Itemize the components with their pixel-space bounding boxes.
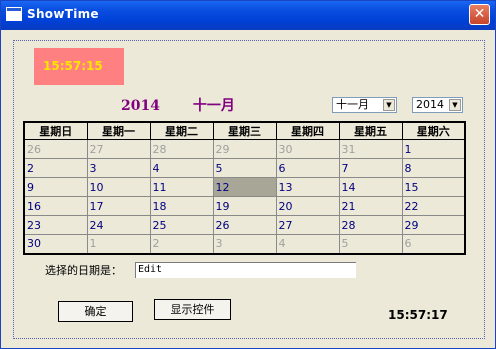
calendar-day[interactable]: 2 bbox=[23, 158, 88, 178]
calendar-day[interactable]: 19 bbox=[212, 196, 277, 216]
weekday-header: 星期三 bbox=[212, 121, 277, 140]
calendar-day[interactable]: 2 bbox=[149, 234, 214, 254]
calendar-day[interactable]: 6 bbox=[275, 158, 340, 178]
calendar-day[interactable]: 28 bbox=[149, 139, 214, 159]
selected-date-label: 选择的日期是： bbox=[45, 264, 122, 277]
weekday-header: 星期二 bbox=[149, 121, 214, 140]
calendar-day[interactable]: 8 bbox=[401, 158, 466, 178]
calendar-day[interactable]: 26 bbox=[212, 215, 277, 235]
calendar-day[interactable]: 24 bbox=[86, 215, 151, 235]
calendar-week-row: 30 1 2 3 4 5 6 bbox=[23, 234, 466, 254]
clock-display-bottom: 15:57:17 bbox=[388, 308, 448, 322]
calendar-day[interactable]: 6 bbox=[401, 234, 466, 254]
title-bar[interactable]: ShowTime ✕ bbox=[1, 1, 495, 30]
year-select[interactable]: 2014 ▼ bbox=[412, 97, 463, 113]
calendar-day[interactable]: 22 bbox=[401, 196, 466, 216]
chevron-down-icon[interactable]: ▼ bbox=[449, 99, 461, 111]
weekday-header: 星期六 bbox=[401, 121, 466, 140]
calendar-year-month-header: 2014 十一月 bbox=[121, 95, 235, 115]
calendar-week-row: 9 10 11 12 13 14 15 bbox=[23, 177, 466, 197]
calendar-day[interactable]: 7 bbox=[338, 158, 403, 178]
calendar-day[interactable]: 20 bbox=[275, 196, 340, 216]
calendar-day[interactable]: 30 bbox=[275, 139, 340, 159]
calendar-day[interactable]: 27 bbox=[86, 139, 151, 159]
calendar-day[interactable]: 27 bbox=[275, 215, 340, 235]
calendar-day[interactable]: 3 bbox=[212, 234, 277, 254]
calendar-day[interactable]: 11 bbox=[149, 177, 214, 197]
calendar-week-row: 23 24 25 26 27 28 29 bbox=[23, 215, 466, 235]
chevron-down-icon[interactable]: ▼ bbox=[383, 99, 395, 111]
calendar-day[interactable]: 17 bbox=[86, 196, 151, 216]
calendar-day[interactable]: 26 bbox=[23, 139, 88, 159]
calendar-day[interactable]: 3 bbox=[86, 158, 151, 178]
show-controls-button[interactable]: 显示控件 bbox=[154, 299, 231, 320]
selected-date-field[interactable]: Edit bbox=[135, 262, 356, 278]
calendar-week-row: 2345678 bbox=[23, 158, 466, 178]
weekday-header: 星期日 bbox=[23, 121, 88, 140]
close-button[interactable]: ✕ bbox=[469, 4, 490, 25]
calendar-day[interactable]: 30 bbox=[23, 234, 88, 254]
year-select-value: 2014 bbox=[416, 98, 444, 111]
calendar-day[interactable]: 28 bbox=[338, 215, 403, 235]
calendar-year-label: 2014 bbox=[121, 98, 160, 114]
calendar-day[interactable]: 10 bbox=[86, 177, 151, 197]
calendar-day[interactable]: 23 bbox=[23, 215, 88, 235]
calendar-day[interactable]: 15 bbox=[401, 177, 466, 197]
calendar-day[interactable]: 5 bbox=[212, 158, 277, 178]
weekday-header: 星期一 bbox=[86, 121, 151, 140]
calendar-day[interactable]: 18 bbox=[149, 196, 214, 216]
calendar-month-label: 十一月 bbox=[192, 98, 235, 114]
calendar-day[interactable]: 4 bbox=[275, 234, 340, 254]
window-title: ShowTime bbox=[27, 7, 99, 21]
weekday-header: 星期四 bbox=[275, 121, 340, 140]
clock-display-top: 15:57:15 bbox=[34, 48, 124, 85]
calendar-body: 26 27 28 29 30 31 1 2 3 4 5 6 7 8 9 10 11 12 13 14 15 16 17 18 1… bbox=[23, 139, 466, 254]
calendar-day[interactable]: 5 bbox=[338, 234, 403, 254]
calendar-day[interactable]: 25 bbox=[149, 215, 214, 235]
calendar-day[interactable]: 1 bbox=[401, 139, 466, 159]
calendar-day[interactable]: 14 bbox=[338, 177, 403, 197]
month-select-value: 十一月 bbox=[336, 98, 369, 111]
calendar-week-row: 26 27 28 29 30 31 1 bbox=[23, 139, 466, 159]
calendar-day[interactable]: 13 bbox=[275, 177, 340, 197]
calendar-day-selected[interactable]: 12 bbox=[212, 177, 277, 197]
close-icon: ✕ bbox=[473, 6, 486, 22]
window-icon bbox=[6, 7, 22, 21]
weekday-header-row: 星期日 星期一 星期二 星期三 星期四 星期五 星期六 bbox=[23, 121, 466, 140]
weekday-header: 星期五 bbox=[338, 121, 403, 140]
calendar-day[interactable]: 4 bbox=[149, 158, 214, 178]
calendar-day[interactable]: 31 bbox=[338, 139, 403, 159]
calendar-day[interactable]: 16 bbox=[23, 196, 88, 216]
ok-button[interactable]: 确定 bbox=[58, 301, 133, 322]
month-select[interactable]: 十一月 ▼ bbox=[332, 97, 397, 113]
calendar-day[interactable]: 21 bbox=[338, 196, 403, 216]
app-window: ShowTime ✕ 15:57:15 2014 十一月 十一月 ▼ 2014 … bbox=[0, 0, 496, 349]
calendar-day[interactable]: 9 bbox=[23, 177, 88, 197]
calendar-day[interactable]: 29 bbox=[212, 139, 277, 159]
calendar-day[interactable]: 29 bbox=[401, 215, 466, 235]
calendar-grid: 星期日 星期一 星期二 星期三 星期四 星期五 星期六 26 27 28 29 30 31 1 2 3 4 5 6… bbox=[23, 121, 466, 255]
calendar-week-row: 16 17 18 19 20 21 22 bbox=[23, 196, 466, 216]
calendar-day[interactable]: 1 bbox=[86, 234, 151, 254]
